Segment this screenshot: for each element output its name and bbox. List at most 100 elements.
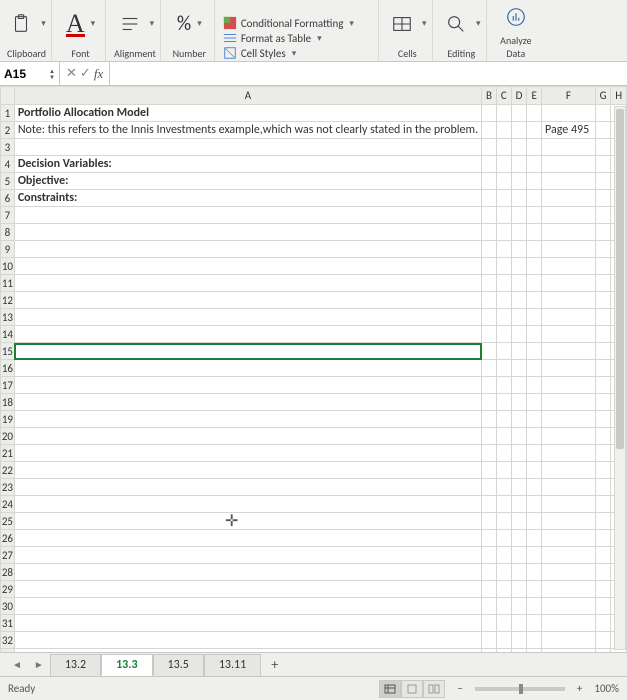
cell[interactable] [595, 428, 611, 445]
cell[interactable] [496, 224, 511, 241]
cell[interactable] [14, 547, 481, 564]
cells-icon[interactable] [388, 10, 416, 38]
cell[interactable] [511, 207, 527, 224]
cell[interactable] [511, 156, 527, 173]
cell[interactable] [14, 207, 481, 224]
format-as-table-button[interactable]: Format as Table ▾ [223, 31, 354, 45]
cell[interactable] [496, 615, 511, 632]
vertical-scrollbar[interactable] [614, 106, 626, 650]
cell[interactable] [496, 598, 511, 615]
cell[interactable] [542, 411, 596, 428]
cancel-icon[interactable]: ✕ [66, 66, 77, 81]
cell[interactable] [527, 462, 542, 479]
cell[interactable] [511, 275, 527, 292]
cell[interactable] [542, 496, 596, 513]
cell[interactable] [527, 411, 542, 428]
row-header[interactable]: 7 [1, 207, 15, 224]
cell[interactable] [482, 547, 497, 564]
cell[interactable] [511, 547, 527, 564]
cell[interactable] [595, 190, 611, 207]
cell[interactable] [14, 530, 481, 547]
cell[interactable] [482, 173, 497, 190]
row-header[interactable]: 21 [1, 445, 15, 462]
column-header[interactable]: F [542, 87, 596, 105]
cell[interactable] [595, 292, 611, 309]
name-box-input[interactable] [4, 67, 38, 81]
row-header[interactable]: 9 [1, 241, 15, 258]
select-all-corner[interactable] [1, 87, 15, 105]
cell[interactable] [511, 564, 527, 581]
cell[interactable] [595, 615, 611, 632]
cell[interactable] [482, 190, 497, 207]
tab-nav-prev-icon[interactable]: ◄ [6, 658, 28, 671]
cell[interactable] [542, 360, 596, 377]
cell[interactable] [527, 173, 542, 190]
cell[interactable] [527, 275, 542, 292]
column-header[interactable]: H [611, 87, 627, 105]
chevron-down-icon[interactable]: ▾ [197, 18, 202, 29]
cell[interactable] [496, 190, 511, 207]
cell[interactable] [595, 343, 611, 360]
cell[interactable] [511, 105, 527, 122]
cell[interactable] [496, 649, 511, 653]
cell[interactable] [542, 649, 596, 653]
row-header[interactable]: 6 [1, 190, 15, 207]
cell[interactable] [496, 105, 511, 122]
row-header[interactable]: 4 [1, 156, 15, 173]
cell[interactable] [542, 615, 596, 632]
cell[interactable] [482, 241, 497, 258]
cell[interactable] [595, 547, 611, 564]
cell[interactable] [527, 122, 542, 139]
cell[interactable] [496, 292, 511, 309]
cell[interactable] [496, 241, 511, 258]
row-header[interactable]: 13 [1, 309, 15, 326]
cell[interactable] [542, 258, 596, 275]
row-header[interactable]: 18 [1, 394, 15, 411]
cell[interactable] [595, 258, 611, 275]
row-header[interactable]: 32 [1, 632, 15, 649]
cell[interactable] [482, 479, 497, 496]
cell[interactable] [482, 224, 497, 241]
cell[interactable] [511, 513, 527, 530]
formula-input[interactable] [116, 62, 621, 85]
cell[interactable]: Page 495 [542, 122, 596, 139]
row-header[interactable]: 11 [1, 275, 15, 292]
cell[interactable] [542, 479, 596, 496]
cell[interactable] [14, 241, 481, 258]
cell[interactable] [496, 394, 511, 411]
cell[interactable] [542, 564, 596, 581]
row-header[interactable]: 12 [1, 292, 15, 309]
row-header[interactable]: 17 [1, 377, 15, 394]
cell[interactable] [511, 309, 527, 326]
cell[interactable] [542, 513, 596, 530]
sheet-tab[interactable]: 13.11 [204, 654, 261, 676]
cell[interactable] [542, 173, 596, 190]
cell[interactable] [595, 649, 611, 653]
cell[interactable] [511, 462, 527, 479]
cell[interactable] [482, 377, 497, 394]
cell[interactable] [482, 156, 497, 173]
cell[interactable] [595, 207, 611, 224]
cell[interactable] [542, 190, 596, 207]
cell[interactable] [595, 309, 611, 326]
cell[interactable] [482, 530, 497, 547]
cell[interactable] [595, 513, 611, 530]
cell[interactable] [14, 649, 481, 653]
search-icon[interactable] [442, 10, 470, 38]
row-header[interactable]: 10 [1, 258, 15, 275]
cell[interactable] [527, 513, 542, 530]
row-header[interactable]: 15 [1, 343, 15, 360]
cell[interactable] [595, 173, 611, 190]
cell[interactable] [527, 564, 542, 581]
cell[interactable] [496, 156, 511, 173]
cell[interactable] [14, 428, 481, 445]
cell[interactable] [511, 326, 527, 343]
zoom-slider[interactable] [475, 687, 565, 691]
cell[interactable] [527, 547, 542, 564]
cell[interactable] [14, 632, 481, 649]
chevron-down-icon[interactable]: ▾ [150, 18, 155, 29]
cell[interactable]: Portfolio Allocation Model [14, 105, 481, 122]
cell[interactable] [14, 360, 481, 377]
chevron-down-icon[interactable]: ▾ [41, 18, 46, 29]
cell[interactable] [527, 326, 542, 343]
